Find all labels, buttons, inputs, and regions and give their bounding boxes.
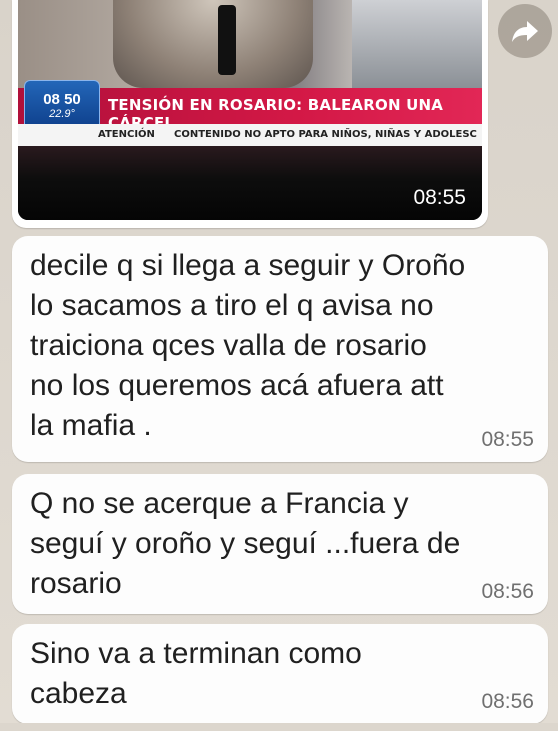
- tv-warning-text: CONTENIDO NO APTO PARA NIÑOS, NIÑAS Y AD…: [174, 129, 477, 140]
- message-bubble[interactable]: decile q si llega a seguir y Oroño lo sa…: [12, 236, 548, 462]
- bottom-edge: [0, 723, 558, 731]
- tv-warning-bar: ATENCIÓN CONTENIDO NO APTO PARA NIÑOS, N…: [18, 124, 482, 146]
- forward-arrow-icon: [512, 21, 538, 42]
- tv-temperature: 22.9°: [49, 108, 75, 120]
- tv-clock-time: 08 50: [43, 91, 81, 108]
- message-bubble[interactable]: Sino va a terminan como cabeza 08:56: [12, 624, 548, 724]
- message-timestamp: 08:55: [481, 428, 534, 451]
- message-timestamp: 08:56: [481, 580, 534, 603]
- tv-clock-badge: 08 50 22.9°: [24, 80, 100, 130]
- message-bubble[interactable]: Q no se acerque a Francia y seguí y oroñ…: [12, 474, 548, 614]
- tv-screenshot-image[interactable]: 08 50 22.9° TENSIÓN EN ROSARIO: BALEARON…: [18, 0, 482, 220]
- message-timestamp: 08:56: [481, 690, 534, 713]
- tv-microphone: [218, 5, 236, 75]
- message-text: decile q si llega a seguir y Oroño lo sa…: [30, 249, 466, 442]
- message-text: Q no se acerque a Francia y seguí y oroñ…: [30, 487, 461, 600]
- image-message-timestamp: 08:55: [413, 186, 466, 209]
- tv-reporter: [113, 0, 313, 88]
- image-message-bubble[interactable]: 08 50 22.9° TENSIÓN EN ROSARIO: BALEARON…: [12, 0, 488, 228]
- forward-button[interactable]: [498, 4, 552, 58]
- tv-warning-label: ATENCIÓN: [98, 129, 155, 140]
- tv-background-right: [352, 0, 482, 88]
- tv-dark-area: [18, 146, 482, 220]
- chat-view: 08 50 22.9° TENSIÓN EN ROSARIO: BALEARON…: [0, 0, 558, 731]
- message-text: Sino va a terminan como cabeza: [30, 637, 362, 710]
